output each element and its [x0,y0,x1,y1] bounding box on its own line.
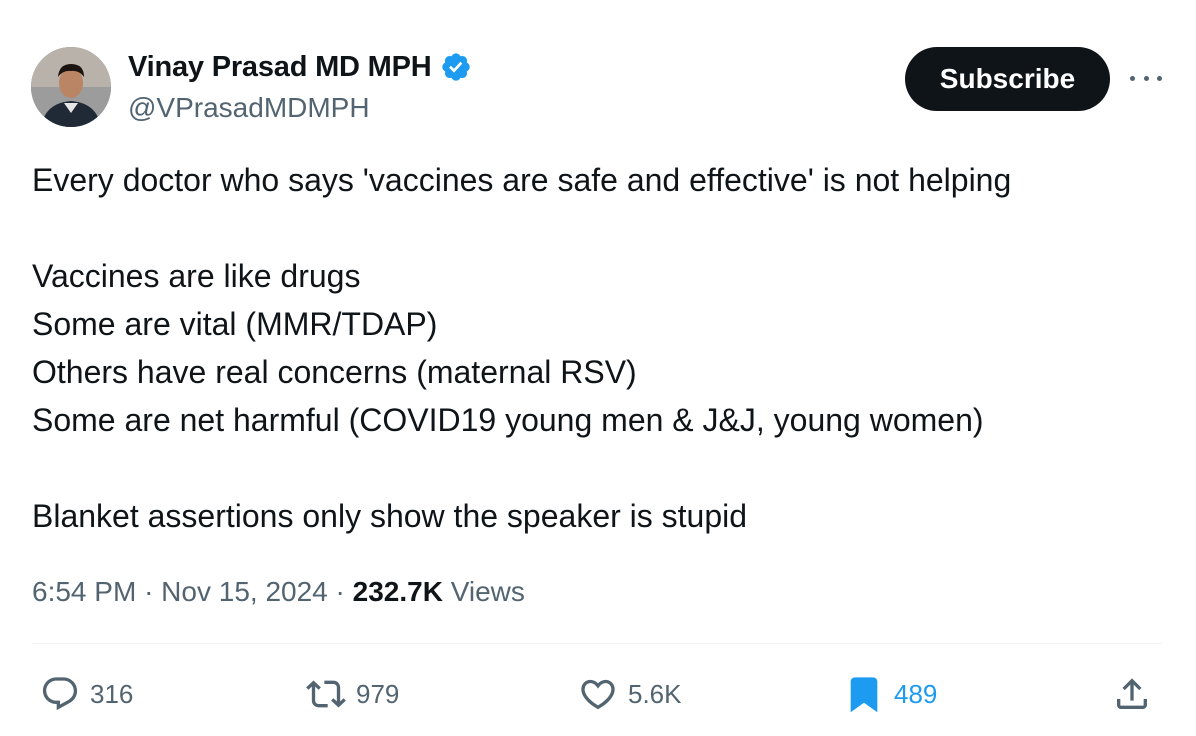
repost-count: 979 [356,678,400,709]
more-dot [1130,75,1135,81]
tweet-line: Some are vital (MMR/TDAP) [32,306,438,342]
reply-count: 316 [90,678,134,709]
share-icon [1117,678,1147,709]
views-count[interactable]: 232.7K [353,576,443,607]
tweet-time[interactable]: 6:54 PM [32,576,136,607]
like-button[interactable]: 5.6K [578,664,682,724]
more-dot [1157,75,1162,81]
action-bar: 316 979 5.6K 489 [32,664,1162,724]
share-button[interactable] [1112,664,1152,724]
author-display-name[interactable]: Vinay Prasad MD MPH [128,50,432,84]
author-handle[interactable]: @VPrasadMDMPH [128,91,370,125]
more-dot [1143,75,1149,81]
tweet-date[interactable]: Nov 15, 2024 [161,576,328,607]
meta-separator: · [144,576,154,607]
meta-separator: · [335,576,345,607]
bookmark-button[interactable]: 489 [844,664,937,724]
reply-button[interactable]: 316 [40,664,133,724]
bookmark-icon [850,677,878,713]
verified-badge-icon[interactable] [440,51,472,83]
bookmark-count: 489 [894,678,938,709]
repost-button[interactable]: 979 [306,664,399,724]
views-label[interactable]: Views [451,576,525,607]
avatar-image [31,47,111,127]
avatar[interactable] [31,47,111,127]
heart-icon [581,679,615,710]
tweet-text: Every doctor who says 'vaccines are safe… [32,156,1162,540]
divider [32,643,1162,644]
subscribe-button[interactable]: Subscribe [905,47,1110,111]
author-name-row[interactable]: Vinay Prasad MD MPH [128,50,472,84]
tweet-line: Vaccines are like drugs [32,258,361,294]
tweet-line: Every doctor who says 'vaccines are safe… [32,162,1012,198]
reply-icon [42,677,78,711]
like-count: 5.6K [628,678,682,709]
repost-icon [306,680,346,708]
tweet-line: Others have real concerns (maternal RSV) [32,354,637,390]
more-horizontal-icon[interactable] [1126,64,1166,92]
tweet-meta: 6:54 PM · Nov 15, 2024 · 232.7K Views [32,572,525,612]
tweet-line: Some are net harmful (COVID19 young men … [32,402,984,438]
tweet-line: Blanket assertions only show the speaker… [32,498,748,534]
